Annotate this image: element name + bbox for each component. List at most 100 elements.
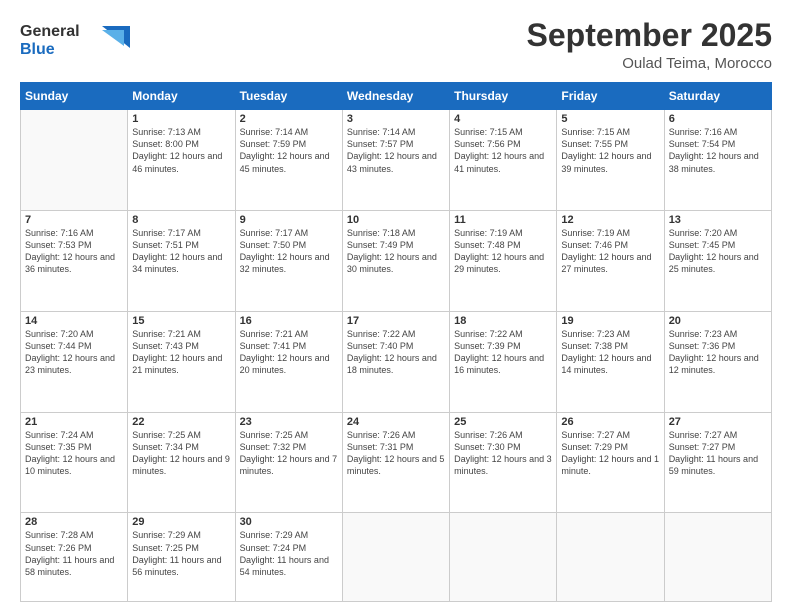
location: Oulad Teima, Morocco	[527, 55, 772, 72]
table-row: 19Sunrise: 7:23 AM Sunset: 7:38 PM Dayli…	[557, 311, 664, 412]
day-number: 10	[347, 214, 445, 226]
day-info: Sunrise: 7:15 AM Sunset: 7:56 PM Dayligh…	[454, 126, 552, 175]
col-friday: Friday	[557, 83, 664, 110]
table-row	[557, 513, 664, 602]
day-number: 20	[669, 315, 767, 327]
day-info: Sunrise: 7:24 AM Sunset: 7:35 PM Dayligh…	[25, 429, 123, 478]
day-number: 26	[561, 416, 659, 428]
day-info: Sunrise: 7:28 AM Sunset: 7:26 PM Dayligh…	[25, 529, 123, 578]
day-number: 17	[347, 315, 445, 327]
title-block: September 2025 Oulad Teima, Morocco	[527, 18, 772, 72]
day-info: Sunrise: 7:15 AM Sunset: 7:55 PM Dayligh…	[561, 126, 659, 175]
day-number: 6	[669, 113, 767, 125]
table-row: 16Sunrise: 7:21 AM Sunset: 7:41 PM Dayli…	[235, 311, 342, 412]
day-info: Sunrise: 7:29 AM Sunset: 7:25 PM Dayligh…	[132, 529, 230, 578]
table-row	[450, 513, 557, 602]
calendar-header-row: Sunday Monday Tuesday Wednesday Thursday…	[21, 83, 772, 110]
table-row: 11Sunrise: 7:19 AM Sunset: 7:48 PM Dayli…	[450, 211, 557, 312]
day-info: Sunrise: 7:26 AM Sunset: 7:31 PM Dayligh…	[347, 429, 445, 478]
table-row: 7Sunrise: 7:16 AM Sunset: 7:53 PM Daylig…	[21, 211, 128, 312]
table-row	[342, 513, 449, 602]
table-row: 15Sunrise: 7:21 AM Sunset: 7:43 PM Dayli…	[128, 311, 235, 412]
day-number: 1	[132, 113, 230, 125]
day-number: 12	[561, 214, 659, 226]
col-tuesday: Tuesday	[235, 83, 342, 110]
table-row: 17Sunrise: 7:22 AM Sunset: 7:40 PM Dayli…	[342, 311, 449, 412]
table-row: 3Sunrise: 7:14 AM Sunset: 7:57 PM Daylig…	[342, 110, 449, 211]
table-row: 1Sunrise: 7:13 AM Sunset: 8:00 PM Daylig…	[128, 110, 235, 211]
day-info: Sunrise: 7:18 AM Sunset: 7:49 PM Dayligh…	[347, 227, 445, 276]
table-row	[664, 513, 771, 602]
table-row: 14Sunrise: 7:20 AM Sunset: 7:44 PM Dayli…	[21, 311, 128, 412]
table-row: 2Sunrise: 7:14 AM Sunset: 7:59 PM Daylig…	[235, 110, 342, 211]
day-number: 13	[669, 214, 767, 226]
day-info: Sunrise: 7:17 AM Sunset: 7:51 PM Dayligh…	[132, 227, 230, 276]
day-number: 19	[561, 315, 659, 327]
day-number: 2	[240, 113, 338, 125]
day-number: 24	[347, 416, 445, 428]
header: General Blue September 2025 Oulad Teima,…	[20, 18, 772, 72]
month-title: September 2025	[527, 18, 772, 53]
day-info: Sunrise: 7:22 AM Sunset: 7:40 PM Dayligh…	[347, 328, 445, 377]
day-number: 29	[132, 516, 230, 528]
day-info: Sunrise: 7:25 AM Sunset: 7:34 PM Dayligh…	[132, 429, 230, 478]
day-info: Sunrise: 7:20 AM Sunset: 7:45 PM Dayligh…	[669, 227, 767, 276]
col-thursday: Thursday	[450, 83, 557, 110]
day-info: Sunrise: 7:23 AM Sunset: 7:38 PM Dayligh…	[561, 328, 659, 377]
table-row: 27Sunrise: 7:27 AM Sunset: 7:27 PM Dayli…	[664, 412, 771, 513]
table-row: 9Sunrise: 7:17 AM Sunset: 7:50 PM Daylig…	[235, 211, 342, 312]
logo: General Blue	[20, 18, 130, 67]
table-row: 8Sunrise: 7:17 AM Sunset: 7:51 PM Daylig…	[128, 211, 235, 312]
table-row: 23Sunrise: 7:25 AM Sunset: 7:32 PM Dayli…	[235, 412, 342, 513]
day-number: 25	[454, 416, 552, 428]
page: General Blue September 2025 Oulad Teima,…	[0, 0, 792, 612]
day-info: Sunrise: 7:27 AM Sunset: 7:27 PM Dayligh…	[669, 429, 767, 478]
day-number: 15	[132, 315, 230, 327]
table-row: 18Sunrise: 7:22 AM Sunset: 7:39 PM Dayli…	[450, 311, 557, 412]
col-monday: Monday	[128, 83, 235, 110]
col-saturday: Saturday	[664, 83, 771, 110]
day-number: 11	[454, 214, 552, 226]
day-number: 23	[240, 416, 338, 428]
day-info: Sunrise: 7:17 AM Sunset: 7:50 PM Dayligh…	[240, 227, 338, 276]
calendar-table: Sunday Monday Tuesday Wednesday Thursday…	[20, 82, 772, 602]
table-row: 22Sunrise: 7:25 AM Sunset: 7:34 PM Dayli…	[128, 412, 235, 513]
table-row: 20Sunrise: 7:23 AM Sunset: 7:36 PM Dayli…	[664, 311, 771, 412]
day-info: Sunrise: 7:22 AM Sunset: 7:39 PM Dayligh…	[454, 328, 552, 377]
day-number: 28	[25, 516, 123, 528]
day-number: 8	[132, 214, 230, 226]
table-row: 25Sunrise: 7:26 AM Sunset: 7:30 PM Dayli…	[450, 412, 557, 513]
table-row: 21Sunrise: 7:24 AM Sunset: 7:35 PM Dayli…	[21, 412, 128, 513]
table-row: 13Sunrise: 7:20 AM Sunset: 7:45 PM Dayli…	[664, 211, 771, 312]
svg-text:Blue: Blue	[20, 41, 55, 58]
day-number: 30	[240, 516, 338, 528]
table-row: 29Sunrise: 7:29 AM Sunset: 7:25 PM Dayli…	[128, 513, 235, 602]
day-number: 18	[454, 315, 552, 327]
table-row: 6Sunrise: 7:16 AM Sunset: 7:54 PM Daylig…	[664, 110, 771, 211]
day-info: Sunrise: 7:27 AM Sunset: 7:29 PM Dayligh…	[561, 429, 659, 478]
day-number: 9	[240, 214, 338, 226]
day-info: Sunrise: 7:16 AM Sunset: 7:54 PM Dayligh…	[669, 126, 767, 175]
day-info: Sunrise: 7:29 AM Sunset: 7:24 PM Dayligh…	[240, 529, 338, 578]
table-row: 26Sunrise: 7:27 AM Sunset: 7:29 PM Dayli…	[557, 412, 664, 513]
table-row: 12Sunrise: 7:19 AM Sunset: 7:46 PM Dayli…	[557, 211, 664, 312]
day-info: Sunrise: 7:14 AM Sunset: 7:59 PM Dayligh…	[240, 126, 338, 175]
svg-text:General: General	[20, 23, 80, 40]
day-number: 21	[25, 416, 123, 428]
table-row: 10Sunrise: 7:18 AM Sunset: 7:49 PM Dayli…	[342, 211, 449, 312]
day-info: Sunrise: 7:20 AM Sunset: 7:44 PM Dayligh…	[25, 328, 123, 377]
table-row: 28Sunrise: 7:28 AM Sunset: 7:26 PM Dayli…	[21, 513, 128, 602]
table-row	[21, 110, 128, 211]
col-sunday: Sunday	[21, 83, 128, 110]
day-info: Sunrise: 7:21 AM Sunset: 7:43 PM Dayligh…	[132, 328, 230, 377]
table-row: 4Sunrise: 7:15 AM Sunset: 7:56 PM Daylig…	[450, 110, 557, 211]
day-number: 3	[347, 113, 445, 125]
table-row: 24Sunrise: 7:26 AM Sunset: 7:31 PM Dayli…	[342, 412, 449, 513]
day-info: Sunrise: 7:26 AM Sunset: 7:30 PM Dayligh…	[454, 429, 552, 478]
day-info: Sunrise: 7:13 AM Sunset: 8:00 PM Dayligh…	[132, 126, 230, 175]
table-row: 5Sunrise: 7:15 AM Sunset: 7:55 PM Daylig…	[557, 110, 664, 211]
day-info: Sunrise: 7:16 AM Sunset: 7:53 PM Dayligh…	[25, 227, 123, 276]
table-row: 30Sunrise: 7:29 AM Sunset: 7:24 PM Dayli…	[235, 513, 342, 602]
day-info: Sunrise: 7:23 AM Sunset: 7:36 PM Dayligh…	[669, 328, 767, 377]
col-wednesday: Wednesday	[342, 83, 449, 110]
